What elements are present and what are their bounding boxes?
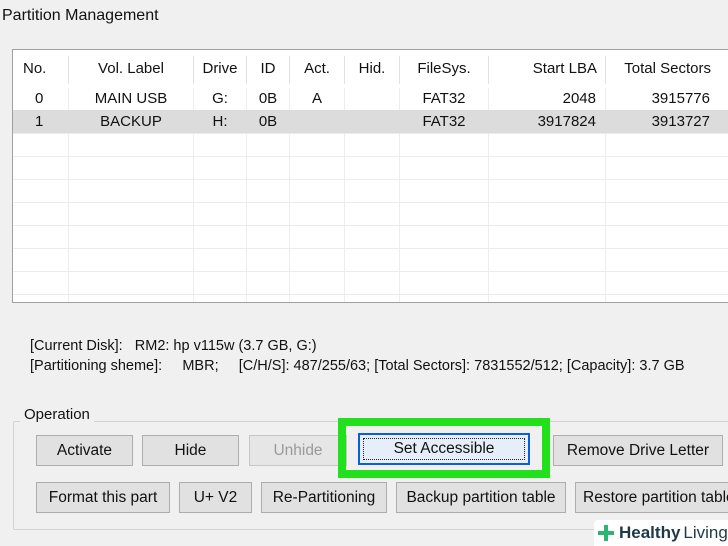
- format-partition-button[interactable]: Format this part: [36, 482, 170, 513]
- col-header-total-sectors[interactable]: Total Sectors: [606, 50, 711, 88]
- chs-value: 487/255/63;: [293, 358, 371, 374]
- partitioning-label: [Partitioning sheme]:: [30, 358, 163, 374]
- green-highlight-box: [338, 418, 550, 478]
- table-header: No. Vol. Label Drive ID Act. Hid. FileSy…: [13, 50, 728, 88]
- table-row[interactable]: 0 MAIN USB G: 0B A FAT32 2048 3915776: [13, 87, 728, 111]
- col-header-start-lba[interactable]: Start LBA: [489, 50, 597, 88]
- cell-start-lba: 3917824: [537, 113, 596, 130]
- cell-act: [290, 110, 344, 133]
- partitioning-value: MBR;: [182, 358, 219, 374]
- cell-hid: [345, 87, 399, 110]
- col-header-act[interactable]: Act.: [290, 50, 344, 88]
- cell-start-lba: 2048: [562, 90, 596, 107]
- cell-no: 0: [35, 90, 44, 107]
- cell-drive: H:: [212, 113, 228, 130]
- disk-info-line-1: [Current Disk]: RM2: hp v115w (3.7 GB, G…: [30, 338, 317, 354]
- empty-row: [13, 179, 728, 203]
- unhide-button[interactable]: Unhide: [249, 435, 347, 466]
- restore-partition-table-button[interactable]: Restore partition table: [575, 482, 728, 513]
- brand-bold: Healthy: [619, 523, 681, 542]
- col-header-vol-label[interactable]: Vol. Label: [69, 50, 193, 88]
- capacity-value: 3.7 GB: [639, 358, 685, 374]
- cell-total-sectors: 3915776: [651, 90, 710, 107]
- total-sectors-value: 7831552/512;: [474, 358, 563, 374]
- cell-vol-label: MAIN USB: [94, 90, 168, 107]
- col-header-filesys[interactable]: FileSys.: [400, 50, 488, 88]
- empty-row: [13, 225, 728, 249]
- col-header-hid[interactable]: Hid.: [345, 50, 399, 88]
- cell-hid: [345, 110, 399, 133]
- current-disk-label: [Current Disk]:: [30, 338, 123, 354]
- plus-leaf-icon: [598, 525, 614, 541]
- empty-row: [13, 202, 728, 226]
- hide-button[interactable]: Hide: [142, 435, 239, 466]
- cell-id: 0B: [258, 113, 278, 130]
- col-header-id[interactable]: ID: [247, 50, 289, 88]
- healthy-living-watermark: Healthy Living: [594, 520, 728, 546]
- empty-row: [13, 248, 728, 272]
- current-disk-value: RM2: hp v115w (3.7 GB, G:): [134, 338, 317, 354]
- backup-partition-table-button[interactable]: Backup partition table: [396, 482, 566, 513]
- cell-act: A: [311, 90, 322, 107]
- col-header-no[interactable]: No.: [23, 50, 63, 88]
- partition-table[interactable]: No. Vol. Label Drive ID Act. Hid. FileSy…: [12, 49, 728, 303]
- u-v2-button[interactable]: U+ V2: [179, 482, 252, 513]
- cell-filesys: FAT32: [422, 90, 466, 107]
- empty-row: [13, 271, 728, 295]
- operation-group-label: Operation: [20, 406, 94, 423]
- cell-filesys: FAT32: [422, 113, 466, 130]
- cell-vol-label: BACKUP: [100, 113, 162, 130]
- brand-light: Living: [683, 523, 728, 542]
- cell-no: 1: [35, 113, 44, 130]
- table-row-selected[interactable]: 1 BACKUP H: 0B FAT32 3917824 3913727: [13, 110, 728, 134]
- disk-info-line-2: [Partitioning sheme]: MBR; [C/H/S]: 487/…: [30, 358, 685, 374]
- cell-id: 0B: [258, 90, 278, 107]
- cell-drive: G:: [212, 90, 228, 107]
- capacity-label: [Capacity]:: [566, 358, 636, 374]
- empty-row: [13, 133, 728, 157]
- chs-label: [C/H/S]:: [238, 358, 290, 374]
- remove-drive-letter-button[interactable]: Remove Drive Letter: [553, 435, 723, 466]
- window-title: Partition Management: [2, 7, 159, 24]
- activate-button[interactable]: Activate: [36, 435, 133, 466]
- repartitioning-button[interactable]: Re-Partitioning: [261, 482, 387, 513]
- total-sectors-label: [Total Sectors]:: [374, 358, 471, 374]
- cell-total-sectors: 3913727: [651, 113, 710, 130]
- col-header-drive[interactable]: Drive: [194, 50, 246, 88]
- empty-row: [13, 156, 728, 180]
